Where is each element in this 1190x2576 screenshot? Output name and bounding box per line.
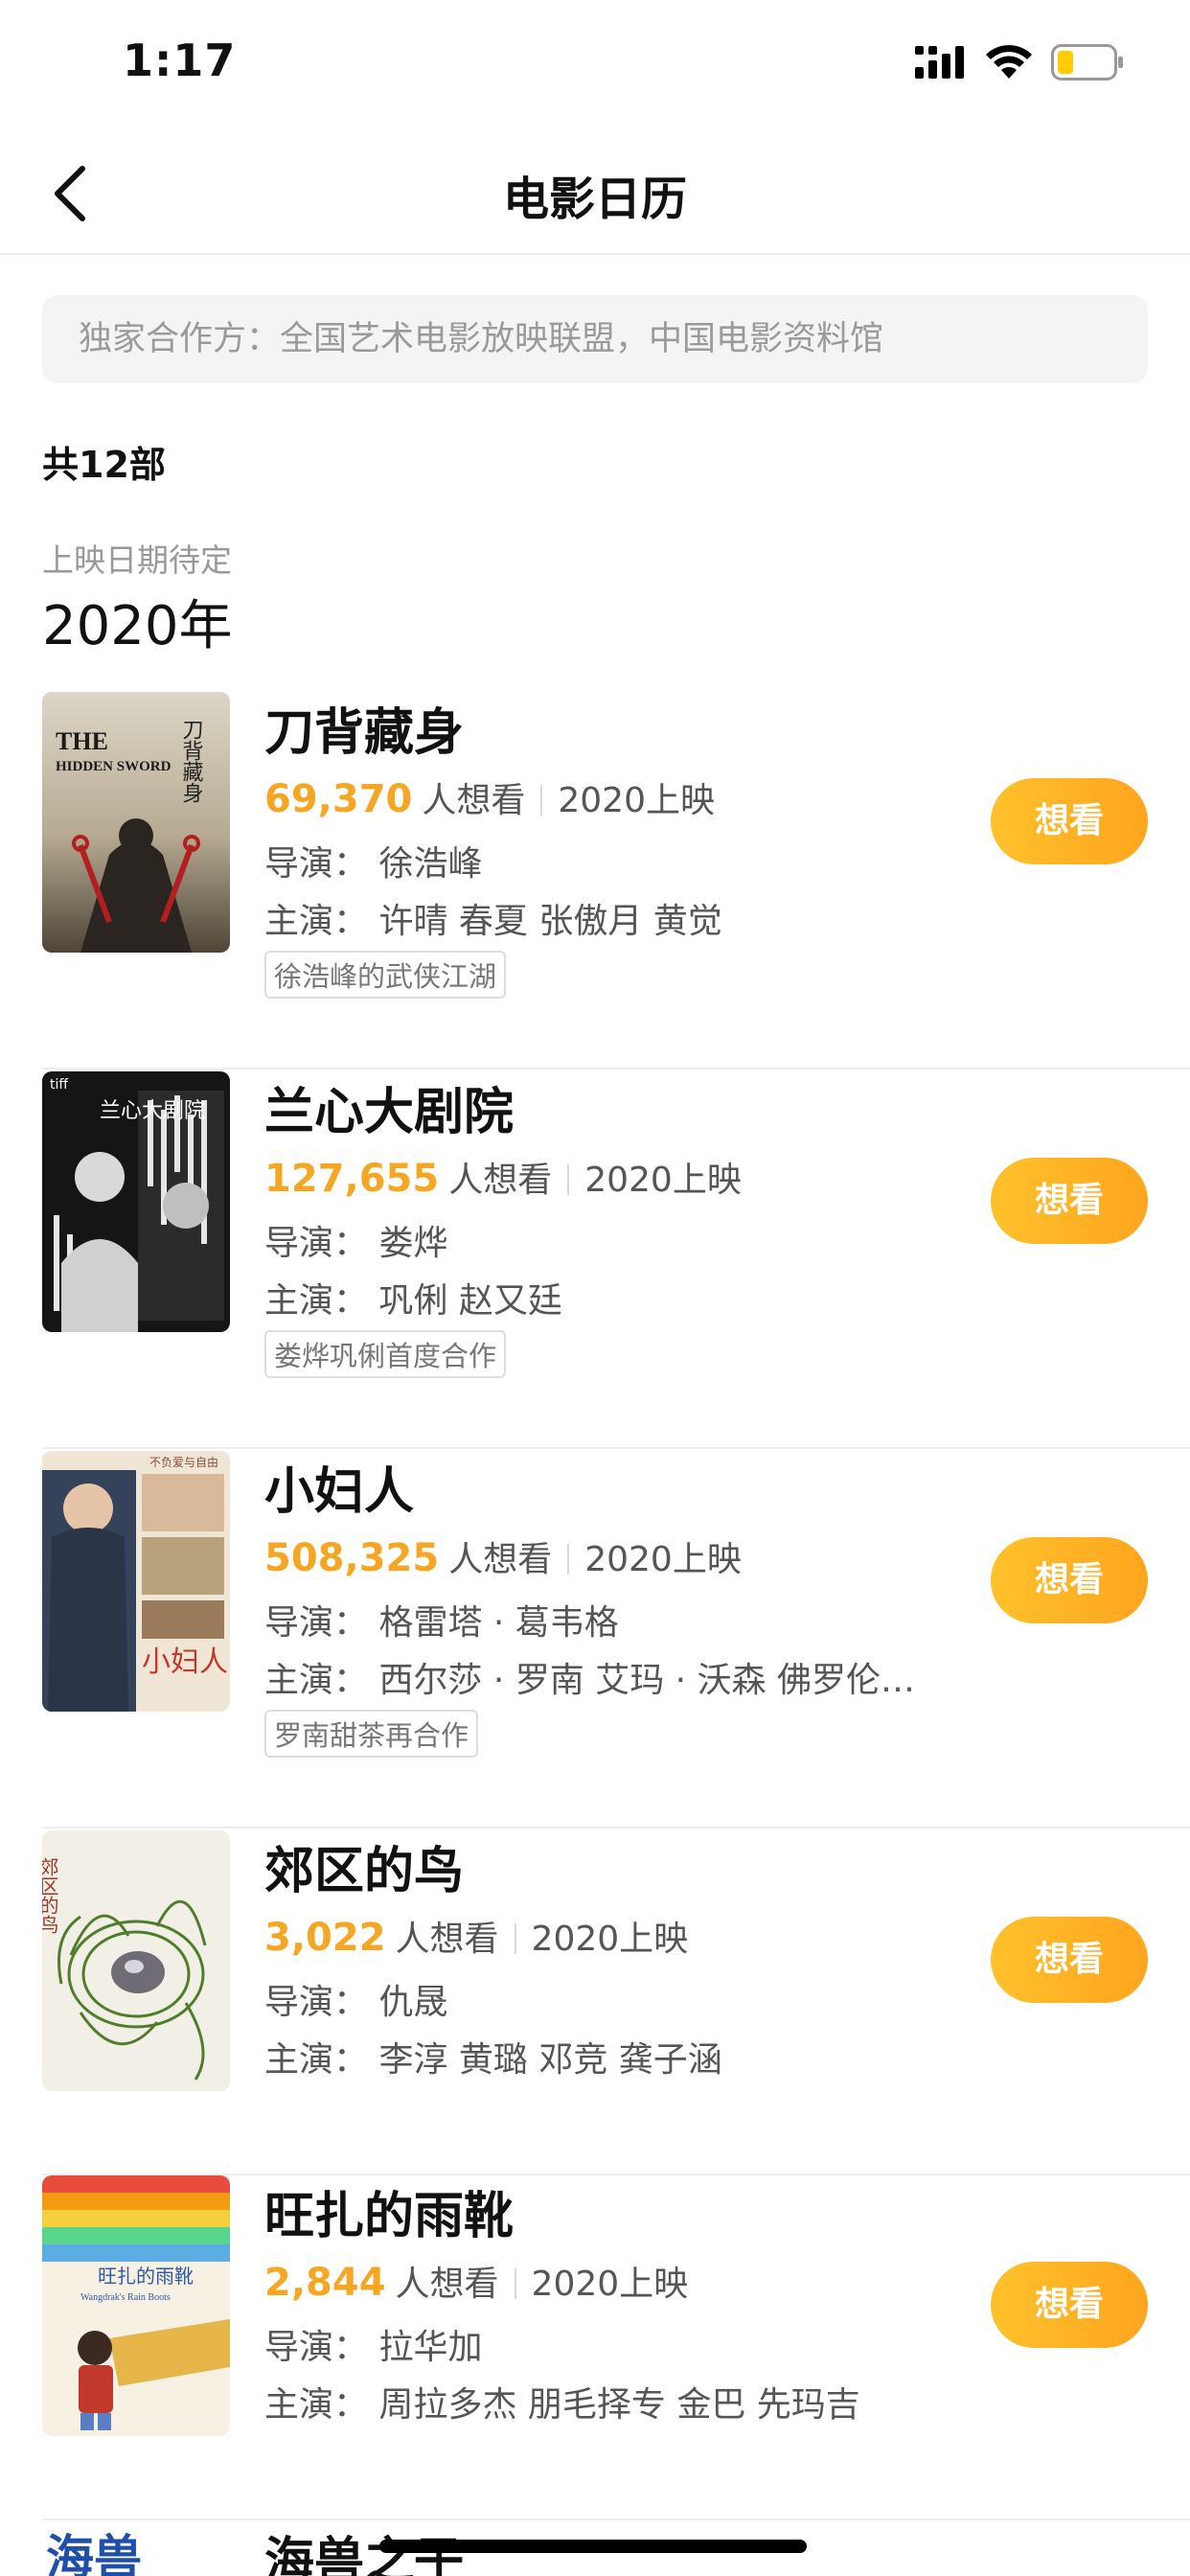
home-indicator[interactable] bbox=[379, 2540, 807, 2553]
status-bar: 1:17 bbox=[0, 0, 1190, 125]
poster-title-en: THE bbox=[56, 727, 108, 755]
director: 导演： 徐浩峰 bbox=[264, 844, 483, 884]
divider bbox=[567, 1544, 570, 1575]
director: 导演： 娄烨 bbox=[264, 1224, 448, 1263]
total-count: 共12部 bbox=[42, 444, 166, 486]
want-count: 3,022 bbox=[264, 1916, 386, 1960]
movie-poster[interactable]: tiff 兰心大剧院 bbox=[42, 1071, 230, 1332]
divider bbox=[514, 2268, 516, 2299]
movie-item[interactable]: 不负爱与自由 小妇人 小妇人 508,325 人想看 2020上映 导演： 格雷… bbox=[42, 1451, 1190, 1828]
want-count: 508,325 bbox=[264, 1536, 440, 1580]
director: 导演： 仇晟 bbox=[264, 1983, 448, 2022]
release-year: 2020上映 bbox=[531, 2265, 689, 2304]
poster-subtitle-en: HIDDEN SWORD bbox=[56, 759, 172, 774]
movie-title[interactable]: 兰心大剧院 bbox=[264, 1071, 514, 1143]
poster-title-cn: 兰心大剧院 bbox=[100, 1099, 205, 1123]
divider bbox=[514, 1923, 516, 1954]
movie-tag: 罗南甜茶再合作 bbox=[264, 1710, 479, 1758]
page-title: 电影日历 bbox=[502, 172, 687, 226]
cast: 主演： 李淳 黄璐 邓竞 龚子涵 bbox=[264, 2040, 722, 2080]
want-count: 2,844 bbox=[264, 2261, 386, 2305]
release-year: 2020上映 bbox=[584, 1161, 742, 1200]
want-count: 69,370 bbox=[264, 777, 413, 821]
movie-item[interactable]: tiff 兰心大剧院 兰心大剧院 127,655 人想看 2020上映 导演： … bbox=[42, 1071, 1190, 1449]
movie-poster[interactable]: THE HIDDEN SWORD 刀背藏身 bbox=[42, 692, 230, 953]
want-to-see-button[interactable]: 想看 bbox=[991, 1158, 1148, 1244]
want-stats: 127,655 人想看 2020上映 bbox=[264, 1152, 742, 1202]
divider bbox=[540, 785, 543, 816]
partner-banner: 独家合作方：全国艺术电影放映联盟，中国电影资料馆 bbox=[42, 295, 1148, 383]
movie-title[interactable]: 刀背藏身 bbox=[264, 692, 464, 764]
want-to-see-button[interactable]: 想看 bbox=[991, 2262, 1148, 2348]
want-to-see-button[interactable]: 想看 bbox=[991, 1917, 1148, 2003]
poster-title-cn: 旺扎的雨靴 bbox=[98, 2265, 194, 2288]
movie-tag: 娄烨巩俐首度合作 bbox=[264, 1330, 507, 1378]
poster-title-cn: 海兽 bbox=[46, 2529, 142, 2576]
movie-title[interactable]: 小妇人 bbox=[264, 1451, 414, 1523]
cellular-signal-icon bbox=[915, 46, 964, 79]
poster-title-cn: 刀背藏身 bbox=[179, 719, 204, 803]
movie-poster[interactable]: 不负爱与自由 小妇人 bbox=[42, 1451, 230, 1712]
movie-tag: 徐浩峰的武侠江湖 bbox=[264, 951, 507, 999]
divider bbox=[567, 1164, 570, 1195]
release-year: 2020上映 bbox=[531, 1920, 689, 1959]
want-stats: 508,325 人想看 2020上映 bbox=[264, 1531, 742, 1581]
want-to-see-button[interactable]: 想看 bbox=[991, 1537, 1148, 1623]
poster-title-en: Wangdrak's Rain Boots bbox=[80, 2292, 171, 2303]
release-date-note: 上映日期待定 bbox=[42, 541, 232, 579]
battery-icon bbox=[1051, 44, 1123, 80]
status-time: 1:17 bbox=[123, 34, 237, 86]
want-to-see-button[interactable]: 想看 bbox=[991, 778, 1148, 864]
want-label: 人想看 bbox=[395, 2265, 499, 2304]
director: 导演： 拉华加 bbox=[264, 2328, 483, 2367]
want-label: 人想看 bbox=[395, 1920, 499, 1959]
release-year: 2020上映 bbox=[558, 781, 715, 820]
nav-bar: 电影日历 bbox=[0, 134, 1190, 255]
movie-item[interactable]: 郊区的鸟 郊区的鸟 3,022 人想看 2020上映 导演： 仇晟 主演： 李淳… bbox=[42, 1830, 1190, 2175]
poster-title-cn: 小妇人 bbox=[142, 1645, 228, 1679]
want-label: 人想看 bbox=[448, 1540, 553, 1579]
movie-item[interactable]: 旺扎的雨靴 Wangdrak's Rain Boots 旺扎的雨靴 2,844 … bbox=[42, 2175, 1190, 2520]
poster-title-cn: 郊区的鸟 bbox=[42, 1857, 59, 1934]
want-count: 127,655 bbox=[264, 1157, 440, 1201]
want-stats: 3,022 人想看 2020上映 bbox=[264, 1911, 688, 1961]
release-year: 2020上映 bbox=[584, 1540, 742, 1579]
movie-title[interactable]: 旺扎的雨靴 bbox=[264, 2175, 514, 2247]
director: 导演： 格雷塔 · 葛韦格 bbox=[264, 1603, 619, 1643]
movie-title[interactable]: 郊区的鸟 bbox=[264, 1830, 464, 1902]
movie-poster[interactable]: 旺扎的雨靴 Wangdrak's Rain Boots bbox=[42, 2175, 230, 2436]
want-stats: 69,370 人想看 2020上映 bbox=[264, 772, 715, 822]
movie-poster[interactable]: 郊区的鸟 bbox=[42, 1830, 230, 2091]
cast: 主演： 巩俐 赵又廷 bbox=[264, 1281, 562, 1321]
movie-poster[interactable]: 海兽 bbox=[42, 2520, 230, 2576]
cast: 主演： 周拉多杰 朋毛择专 金巴 先玛吉 bbox=[264, 2385, 860, 2425]
want-stats: 2,844 人想看 2020上映 bbox=[264, 2256, 688, 2306]
wifi-icon bbox=[986, 45, 1032, 79]
poster-tagline: 不负爱与自由 bbox=[149, 1456, 218, 1469]
want-label: 人想看 bbox=[422, 781, 526, 820]
festival-badge: tiff bbox=[50, 1077, 68, 1092]
cast: 主演： 许晴 春夏 张傲月 黄觉 bbox=[264, 902, 722, 941]
want-label: 人想看 bbox=[448, 1161, 553, 1200]
cast: 主演： 西尔莎 · 罗南 艾玛 · 沃森 佛罗伦… bbox=[264, 1661, 915, 1700]
movie-item[interactable]: THE HIDDEN SWORD 刀背藏身 刀背藏身 69,370 人想看 20… bbox=[42, 692, 1190, 1070]
year-heading: 2020年 bbox=[42, 595, 233, 657]
